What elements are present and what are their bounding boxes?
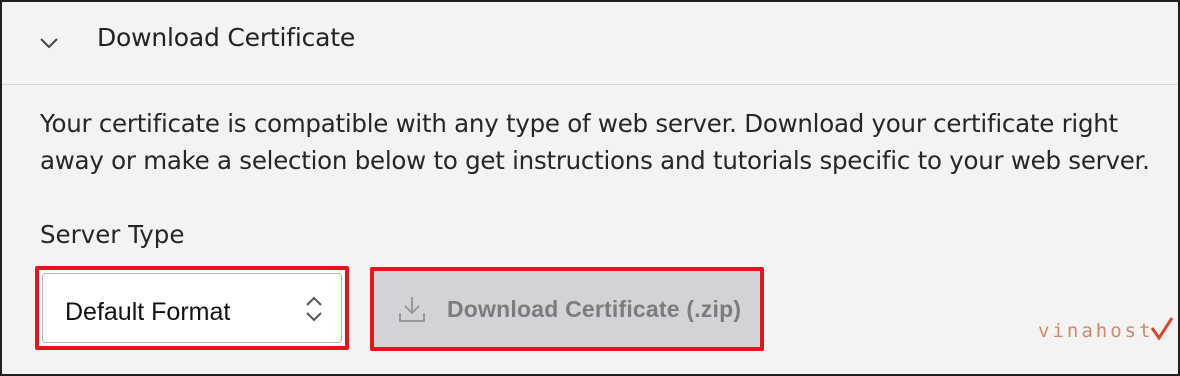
section-title: Download Certificate <box>97 23 356 52</box>
download-certificate-label: Download Certificate (.zip) <box>447 296 742 322</box>
header-divider <box>2 84 1178 85</box>
server-type-select[interactable]: Default Format <box>35 266 349 350</box>
checkmark-logo-icon <box>1150 316 1174 342</box>
chevron-down-icon[interactable] <box>38 32 60 54</box>
download-icon <box>397 294 427 324</box>
up-down-chevron-icon <box>303 294 325 324</box>
section-header[interactable]: Download Certificate <box>2 2 1178 82</box>
section-description: Your certificate is compatible with any … <box>40 109 1150 175</box>
download-certificate-panel: Download Certificate Your certificate is… <box>0 0 1180 376</box>
vinahost-watermark: vinahost <box>1038 320 1154 342</box>
server-type-label: Server Type <box>40 220 185 249</box>
download-certificate-button-face[interactable]: Download Certificate (.zip) <box>377 274 757 344</box>
server-type-selected-value: Default Format <box>65 298 231 326</box>
download-certificate-button[interactable]: Download Certificate (.zip) <box>370 267 764 351</box>
server-type-select-field[interactable]: Default Format <box>42 273 342 343</box>
